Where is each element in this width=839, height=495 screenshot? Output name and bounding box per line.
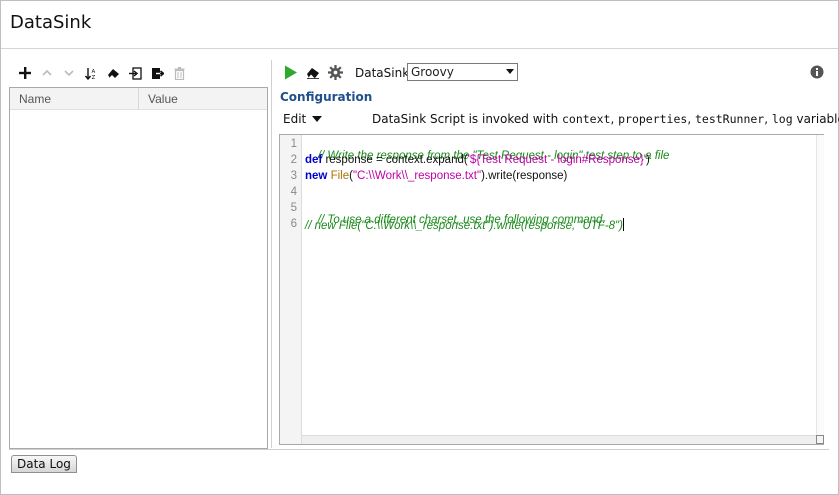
edit-menu[interactable]: Edit	[283, 112, 323, 126]
add-icon	[19, 67, 31, 79]
export-button[interactable]	[146, 64, 168, 82]
column-divider[interactable]	[138, 88, 139, 110]
script-editor[interactable]: 1 2 3 4 5 6 // Write the response from t…	[279, 134, 824, 445]
import-icon	[128, 66, 142, 80]
right-toolbar	[280, 62, 346, 82]
line-number-gutter: 1 2 3 4 5 6	[280, 135, 302, 444]
code-string: "C:\\Work\\_response.txt"	[352, 170, 482, 182]
settings-button[interactable]	[324, 63, 346, 81]
panel-splitter[interactable]	[271, 60, 272, 448]
eraser-icon	[107, 69, 119, 78]
code-line-6: // new File("C:\\Work\\_response.txt").w…	[305, 218, 624, 232]
sort-icon: A Z	[84, 67, 95, 80]
delete-button[interactable]	[168, 64, 190, 82]
chevron-down-icon	[506, 69, 514, 74]
configuration-heading: Configuration	[280, 90, 373, 104]
vertical-scrollbar[interactable]	[816, 135, 824, 435]
delete-icon	[174, 66, 184, 80]
code-text: response = context.expand(	[322, 154, 468, 166]
invoke-suffix: variables	[796, 112, 839, 126]
invoke-var-testrunner: testRunner	[694, 112, 765, 126]
invoke-sep: ,	[764, 112, 772, 126]
line-number: 5	[290, 202, 297, 214]
code-comment: // new File("C:\\Work\\_response.txt").w…	[305, 220, 623, 232]
edit-menu-label: Edit	[283, 112, 307, 126]
resize-corner[interactable]	[816, 435, 824, 444]
window-title: DataSink	[10, 12, 92, 33]
sort-button[interactable]: A Z	[80, 64, 102, 82]
line-number: 6	[290, 218, 297, 230]
run-button[interactable]	[280, 63, 302, 81]
invoke-var-context: context	[561, 112, 611, 126]
clear-script-button[interactable]	[302, 63, 324, 81]
code-keyword: def	[305, 154, 323, 166]
add-property-button[interactable]	[14, 64, 36, 82]
move-up-icon	[42, 69, 52, 76]
window-header: DataSink	[1, 1, 838, 49]
script-invocation-info: DataSink Script is invoked with context,…	[372, 112, 839, 126]
move-down-button[interactable]	[58, 64, 80, 82]
invoke-prefix: DataSink Script is invoked with	[372, 112, 562, 126]
invoke-sep: ,	[610, 112, 619, 126]
eraser-icon	[307, 67, 319, 79]
invoke-var-properties: properties	[618, 112, 688, 126]
code-keyword: new	[305, 170, 328, 182]
clear-button[interactable]	[102, 64, 124, 82]
move-down-icon	[64, 70, 74, 77]
code-text: )	[646, 154, 650, 166]
gear-icon	[327, 64, 343, 80]
bottom-divider	[9, 449, 829, 450]
left-toolbar: A Z	[14, 64, 190, 82]
table-header: Name Value	[10, 88, 267, 110]
code-text: ).write(response)	[481, 170, 568, 182]
caret-down-icon	[312, 116, 323, 122]
datasink-type-value: Groovy	[411, 65, 454, 79]
line-number: 2	[290, 154, 297, 166]
svg-text:Z: Z	[91, 75, 95, 80]
invoke-var-log: log	[771, 112, 793, 126]
datasink-type-label: DataSink:	[355, 66, 414, 80]
text-caret	[622, 218, 624, 231]
horizontal-scrollbar[interactable]	[302, 435, 816, 444]
line-number: 4	[290, 186, 297, 198]
column-header-value[interactable]: Value	[148, 92, 178, 106]
datasink-type-select[interactable]: Groovy	[407, 63, 518, 81]
column-header-name[interactable]: Name	[19, 92, 51, 106]
import-button[interactable]	[124, 64, 146, 82]
line-number: 1	[290, 138, 297, 150]
code-string: '${Test Request - login#Response}'	[467, 154, 646, 166]
line-number: 3	[290, 170, 297, 182]
code-line-2: def response = context.expand('${Test Re…	[305, 154, 650, 166]
code-class: File	[330, 170, 350, 182]
properties-table[interactable]: Name Value	[9, 87, 268, 449]
move-up-button[interactable]	[36, 64, 58, 82]
info-icon[interactable]	[810, 65, 824, 79]
play-icon	[285, 65, 297, 79]
code-line-3: new File("C:\\Work\\_response.txt").writ…	[305, 170, 567, 182]
invoke-sep: ,	[687, 112, 695, 126]
tab-data-log[interactable]: Data Log	[11, 455, 77, 473]
export-icon	[151, 67, 164, 79]
